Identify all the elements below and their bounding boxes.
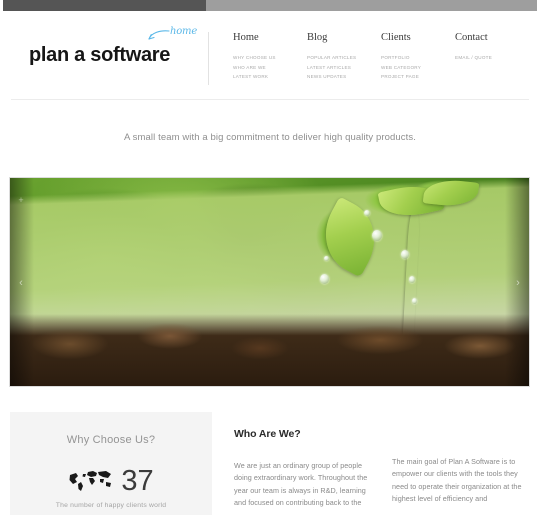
nav-column-blog: Blog POPULAR ARTICLES LATEST ARTICLES NE… xyxy=(307,31,381,82)
who-are-we-column: Who Are We? We are just an ordinary grou… xyxy=(234,428,376,510)
nav-item-blog[interactable]: Blog xyxy=(307,31,381,45)
logo-text: plan a software xyxy=(29,44,171,66)
nav-subitem-web-category[interactable]: WEB CATEGORY xyxy=(381,63,455,73)
happy-clients-caption: The number of happy clients world xyxy=(55,502,167,509)
world-map-icon xyxy=(69,471,112,491)
water-droplet xyxy=(412,298,417,304)
nav-item-home[interactable]: Home xyxy=(233,31,307,45)
next-slide-arrow-icon[interactable]: › xyxy=(511,275,525,291)
water-droplet xyxy=(372,230,382,241)
nav-subitem-portfolio[interactable]: PORTFOLIO xyxy=(381,53,455,63)
nav-subitem-latest-articles[interactable]: LATEST ARTICLES xyxy=(307,63,381,73)
soil-layer xyxy=(10,314,529,386)
prev-slide-arrow-icon[interactable]: ‹ xyxy=(14,275,28,291)
water-droplet xyxy=(320,274,329,284)
hero-image xyxy=(10,178,529,386)
hero-slider[interactable]: + ‹ › xyxy=(9,177,530,387)
nav-subitem-latest-work[interactable]: LATEST WORK xyxy=(233,72,307,82)
main-navigation: Home WHY CHOOSE US WHO ARE WE LATEST WOR… xyxy=(233,31,492,82)
curved-arrow-icon xyxy=(148,30,170,40)
plant-leaf-right xyxy=(422,178,480,209)
water-droplet xyxy=(409,276,415,283)
nav-column-home: Home WHY CHOOSE US WHO ARE WE LATEST WOR… xyxy=(233,31,307,82)
why-choose-us-panel: Why Choose Us? 37 The number of happy cl… xyxy=(10,412,212,515)
nav-subitem-why-choose-us[interactable]: WHY CHOOSE US xyxy=(233,53,307,63)
nav-subitem-news-updates[interactable]: NEWS UPDATES xyxy=(307,72,381,82)
who-are-we-title: Who Are We? xyxy=(234,428,301,440)
happy-clients-count: 37 xyxy=(121,465,154,497)
main-goal-body: The main goal of Plan A Software is to e… xyxy=(392,457,522,504)
water-droplet xyxy=(401,250,409,259)
logo[interactable]: plan a software xyxy=(29,43,204,67)
main-goal-column: The main goal of Plan A Software is to e… xyxy=(392,428,532,506)
why-choose-us-title: Why Choose Us? xyxy=(66,434,156,446)
water-droplet xyxy=(364,210,370,216)
home-annotation-text: home xyxy=(170,26,198,37)
header-divider xyxy=(11,99,529,100)
water-droplet xyxy=(324,256,329,261)
nav-item-contact[interactable]: Contact xyxy=(455,31,492,45)
zoom-in-icon[interactable]: + xyxy=(15,194,27,206)
nav-column-clients: Clients PORTFOLIO WEB CATEGORY PROJECT P… xyxy=(381,31,455,82)
who-are-we-body: We are just an ordinary group of people … xyxy=(234,461,368,508)
page-root: plan a software home Home WHY CHOOSE US … xyxy=(0,0,540,515)
header-vertical-divider xyxy=(208,32,209,85)
tagline: A small team with a big commitment to de… xyxy=(124,132,416,143)
nav-subitem-email-quote[interactable]: EMAIL / QUOTE xyxy=(455,53,492,63)
chrome-bar-light xyxy=(206,0,537,11)
happy-clients-counter: 37 xyxy=(10,466,212,496)
nav-column-contact: Contact EMAIL / QUOTE xyxy=(455,31,492,82)
nav-subitem-who-are-we[interactable]: WHO ARE WE xyxy=(233,63,307,73)
nav-item-clients[interactable]: Clients xyxy=(381,31,455,45)
chrome-bar-dark xyxy=(3,0,206,11)
nav-subitem-popular-articles[interactable]: POPULAR ARTICLES xyxy=(307,53,381,63)
nav-subitem-project-page[interactable]: PROJECT PAGE xyxy=(381,72,455,82)
home-annotation: home xyxy=(148,25,212,45)
site-header: plan a software home Home WHY CHOOSE US … xyxy=(0,11,540,99)
